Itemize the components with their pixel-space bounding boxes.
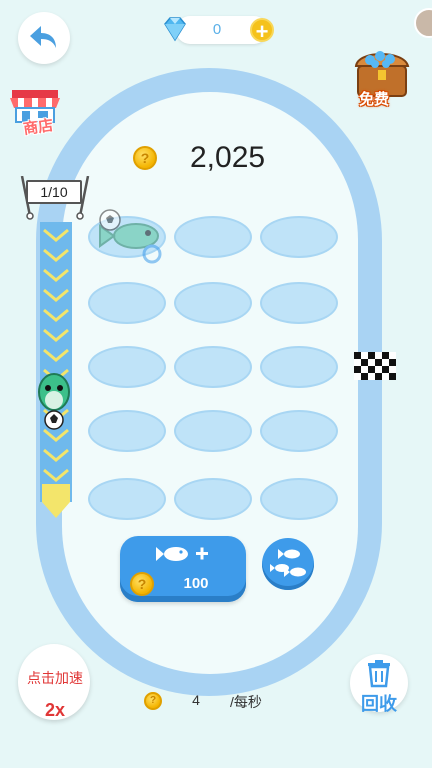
income-rate: 4	[192, 692, 200, 708]
fish-slot[interactable]	[88, 410, 166, 452]
fish-slot[interactable]	[260, 410, 338, 452]
fish-plus-icon	[156, 547, 208, 561]
free-label: 免费	[358, 91, 389, 108]
trash-icon	[368, 660, 390, 688]
finish-line-icon	[354, 352, 396, 380]
coin-icon: ?	[133, 146, 157, 170]
race-counter: 1/10	[26, 180, 82, 204]
buy-fish-price: 100	[183, 575, 209, 592]
fish-slot[interactable]	[260, 346, 338, 388]
speed-multiplier: 2x	[44, 700, 66, 720]
avatar[interactable]	[414, 8, 432, 38]
fish-slot[interactable]	[260, 478, 338, 520]
add-gem-button[interactable]: +	[250, 18, 274, 43]
recycle-label: 回收	[361, 694, 397, 714]
slot-fish-icon[interactable]	[94, 208, 166, 266]
fish-slot[interactable]	[174, 410, 252, 452]
fish-slot[interactable]	[174, 216, 252, 258]
back-arrow-icon	[30, 26, 56, 48]
fish-slot[interactable]	[88, 282, 166, 324]
gem-count: 0	[212, 21, 222, 38]
fish-slot[interactable]	[174, 282, 252, 324]
fish-slot[interactable]	[174, 478, 252, 520]
back-button[interactable]	[18, 12, 70, 64]
fish-school-icon	[270, 549, 306, 577]
coin-icon: ?	[144, 692, 162, 710]
fish-collection-button[interactable]	[262, 538, 314, 590]
coin-icon: ?	[130, 572, 154, 596]
fish-slot[interactable]	[260, 282, 338, 324]
fish-slot[interactable]	[260, 216, 338, 258]
racing-fish-icon	[38, 373, 70, 430]
income-unit: /每秒	[230, 694, 262, 710]
fish-slot[interactable]	[88, 478, 166, 520]
speed-boost-label: 点击加速	[27, 670, 83, 686]
diamond-icon	[164, 17, 186, 42]
coin-score: 2,025	[190, 141, 266, 174]
fish-slot[interactable]	[174, 346, 252, 388]
fish-slot[interactable]	[88, 346, 166, 388]
